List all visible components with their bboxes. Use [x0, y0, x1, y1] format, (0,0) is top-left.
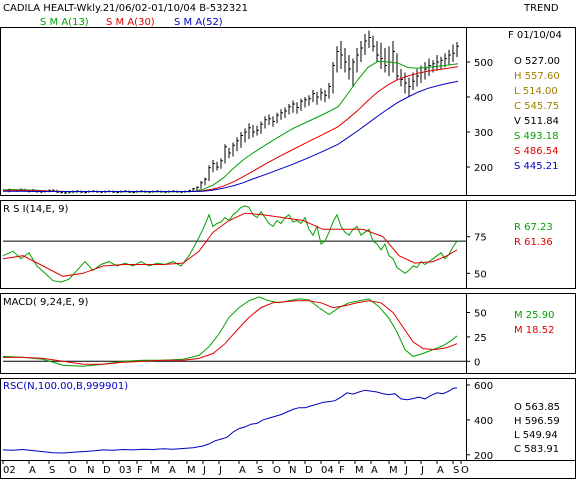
- info-value: S 486.54: [514, 146, 559, 157]
- x-tick-label: F: [339, 465, 345, 476]
- chart-mode: TREND: [523, 3, 559, 14]
- sma13-label: S M A(13): [40, 17, 89, 28]
- info-value: C 545.75: [514, 101, 559, 112]
- x-tick-label: J: [404, 465, 408, 476]
- x-tick-label: J: [420, 465, 424, 476]
- x-tick-label: S: [49, 465, 55, 476]
- x-tick-label: 02: [3, 465, 16, 476]
- y-tick-label: 25: [474, 333, 487, 344]
- y-tick-label: 300: [474, 128, 493, 139]
- rsi-label: R S I(14,E, 9): [3, 204, 68, 215]
- x-tick-label: S: [257, 465, 263, 476]
- stock-chart: CADILA HEALT-Wkly.21/06/02-01/10/04 B-53…: [0, 0, 576, 480]
- x-tick-label: M: [187, 465, 196, 476]
- x-tick-label: O: [69, 465, 77, 476]
- x-tick-label: J: [218, 465, 222, 476]
- x-tick-label: A: [371, 465, 378, 476]
- x-tick-label: M: [151, 465, 160, 476]
- y-tick-label: 600: [474, 381, 493, 392]
- y-tick-label: 500: [474, 58, 493, 69]
- x-tick-label: J: [202, 465, 206, 476]
- x-tick-label: 03: [119, 465, 132, 476]
- info-date: F 01/10/04: [508, 30, 562, 41]
- x-tick-label: N: [87, 465, 94, 476]
- chart-title: CADILA HEALT-Wkly.21/06/02-01/10/04 B-53…: [3, 3, 248, 14]
- macd-label: MACD( 9,24,E, 9): [3, 297, 89, 308]
- x-tick-label: 04: [321, 465, 334, 476]
- info-value: S 493.18: [514, 131, 559, 142]
- info-value: H 596.59: [514, 416, 560, 427]
- y-tick-label: 50: [474, 269, 487, 280]
- rsc-label: RSC(N,100.00,B,999901): [3, 381, 128, 392]
- y-tick-label: 0: [474, 357, 480, 368]
- x-tick-label: M: [389, 465, 398, 476]
- sma30-label: S M A(30): [106, 17, 155, 28]
- x-tick-label: F: [137, 465, 143, 476]
- info-value: M 18.52: [514, 325, 554, 336]
- info-value: L 549.94: [514, 430, 558, 441]
- x-tick-label: A: [169, 465, 176, 476]
- info-value: O 563.85: [514, 402, 560, 413]
- y-tick-label: 75: [474, 233, 487, 244]
- y-tick-label: 400: [474, 93, 493, 104]
- info-value: H 557.60: [514, 71, 560, 82]
- x-tick-label: A: [437, 465, 444, 476]
- y-tick-label: 400: [474, 416, 493, 427]
- x-tick-label: N: [289, 465, 296, 476]
- x-tick-label: D: [305, 465, 313, 476]
- info-value: R 61.36: [514, 237, 553, 248]
- x-tick-label: S: [453, 465, 459, 476]
- x-tick-label: A: [29, 465, 36, 476]
- info-value: R 67.23: [514, 222, 553, 233]
- info-value: C 583.91: [514, 444, 559, 455]
- y-tick-label: 200: [474, 163, 493, 174]
- x-tick-label: O: [273, 465, 281, 476]
- x-tick-label: O: [461, 465, 469, 476]
- sma52-label: S M A(52): [174, 17, 223, 28]
- x-tick-label: M: [355, 465, 364, 476]
- info-value: O 527.00: [514, 56, 560, 67]
- x-tick-label: D: [103, 465, 111, 476]
- info-value: V 511.84: [514, 116, 559, 127]
- y-tick-label: 50: [474, 309, 487, 320]
- info-value: M 25.90: [514, 310, 554, 321]
- info-value: S 445.21: [514, 161, 559, 172]
- info-value: L 514.00: [514, 86, 558, 97]
- x-tick-label: A: [239, 465, 246, 476]
